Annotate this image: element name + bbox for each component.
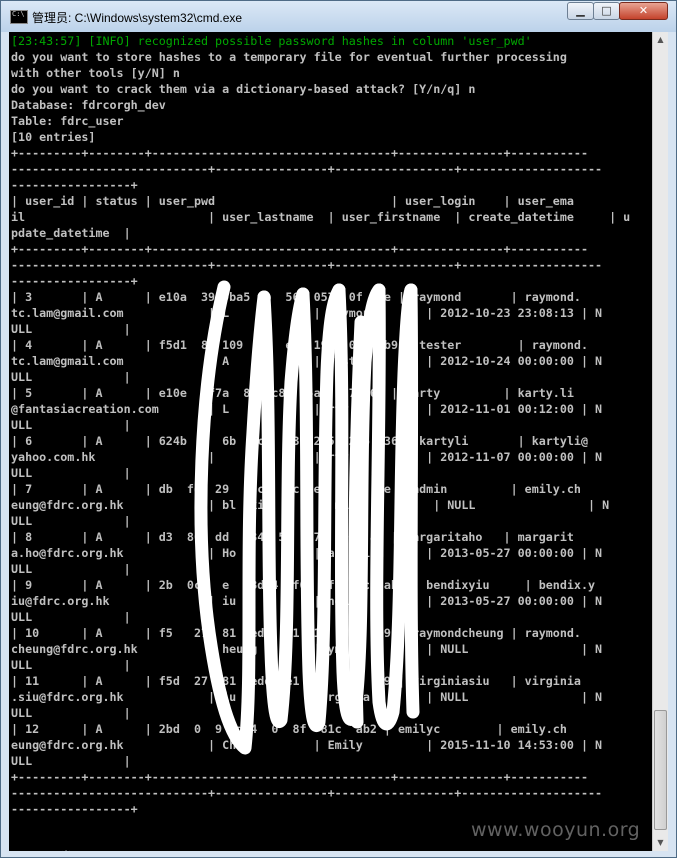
console-line: | 5 | A | e10e f7a 82 c8 95a bc7 6c | ka…	[11, 386, 574, 400]
console-line: ULL |	[11, 370, 131, 384]
console-line: | 9 | A | 2b 0ce e 18d14 f0 8f 81c ab2 |…	[11, 578, 596, 592]
console-line: | 11 | A | f5d 27 81 edd e1 19 048 b9 | …	[11, 674, 581, 688]
console-line: 半:	[11, 849, 630, 851]
console-line: ----------------------------+-----------…	[11, 786, 603, 800]
console-line: Database: fdrcorgh_dev	[11, 98, 166, 112]
console-line: do you want to store hashes to a tempora…	[11, 50, 567, 64]
console-line: ULL |	[11, 562, 131, 576]
title-bar[interactable]: 管理员: C:\Windows\system32\cmd.exe ▁ □ ✕	[1, 1, 676, 32]
console-line: | 6 | A | 624b e 6b 9c4 43 285 2e6 36 | …	[11, 434, 588, 448]
console-line: | 12 | A | 2bd 0 9 d14 0 8f 81c ab2 | em…	[11, 722, 567, 736]
console-line: ULL |	[11, 418, 131, 432]
console-line: .siu@fdrc.org.hk | iu | rginia | NULL | …	[11, 690, 603, 704]
console-line: ----------------------------+-----------…	[11, 258, 603, 272]
console-line: with other tools [y/N] n	[11, 66, 180, 80]
console-line: ULL |	[11, 322, 131, 336]
console-line: | 8 | A | d3 86 dd d34 53 67 80d a2 | ma…	[11, 530, 574, 544]
console-line: iu@fdrc.org.hk | iu | ndi | 2013-05-27 0…	[11, 594, 603, 608]
close-button[interactable]: ✕	[619, 2, 668, 20]
console-line: Table: fdrc_user	[11, 114, 124, 128]
console-line: -----------------+	[11, 802, 138, 816]
console-line: ULL |	[11, 658, 131, 672]
console-line: [23:43:57] [INFO] recognized possible pa…	[11, 34, 532, 48]
console-line: @fantasiacreation.com | L | rty | 2012-1…	[11, 402, 603, 416]
maximize-button[interactable]: □	[593, 2, 620, 20]
console-line: +---------+--------+--------------------…	[11, 146, 588, 160]
watermark: www.wooyun.org	[471, 819, 641, 841]
console-line: tc.lam@gmail.com | L | Raymon | 2012-10-…	[11, 306, 603, 320]
console-line: -----------------+	[11, 274, 138, 288]
cmd-app-icon[interactable]	[10, 10, 28, 24]
scrollbar-thumb[interactable]	[654, 710, 667, 830]
console-line: | 3 | A | e10a 3949ba5 b 56 057 0f 3e | …	[11, 290, 581, 304]
console-line: ULL |	[11, 466, 131, 480]
console-output[interactable]: [23:43:57] [INFO] recognized possible pa…	[9, 32, 652, 851]
console-line: a.ho@fdrc.org.hk | Ho | argarita | 2013-…	[11, 546, 603, 560]
console-line: tc.lam@gmail.com | A | Test | 2012-10-24…	[11, 354, 603, 368]
console-line: ULL |	[11, 610, 131, 624]
console-lines: [23:43:57] [INFO] recognized possible pa…	[11, 33, 630, 851]
vertical-scrollbar[interactable]: ▲ ▼	[652, 32, 668, 851]
scroll-up-icon[interactable]: ▲	[653, 32, 668, 48]
cmd-window: 管理员: C:\Windows\system32\cmd.exe ▁ □ ✕ […	[0, 0, 677, 858]
console-line: | user_id | status | user_pwd | user_log…	[11, 194, 574, 208]
console-line: | 10 | A | f5 27 81 edd e1 19 048 b9 | r…	[11, 626, 581, 640]
console-line: pdate_datetime |	[11, 226, 131, 240]
console-line: ULL |	[11, 706, 131, 720]
console-line: ----------------------------+-----------…	[11, 162, 603, 176]
scroll-down-icon[interactable]: ▼	[653, 835, 668, 851]
console-line: do you want to crack them via a dictiona…	[11, 82, 476, 96]
console-line: ULL |	[11, 754, 131, 768]
console-line: | 4 | A | f5d1 8 109 d9 e1 197 048 b9 | …	[11, 338, 588, 352]
console-line: +---------+--------+--------------------…	[11, 770, 588, 784]
console-line: [10 entries]	[11, 130, 96, 144]
console-line: il | user_lastname | user_firstname | cr…	[11, 210, 631, 224]
minimize-button[interactable]: ▁	[567, 2, 594, 20]
console-line: | 7 | A | db fd 29 fcc9 dc e8 229 ee | a…	[11, 482, 581, 496]
window-title: 管理员: C:\Windows\system32\cmd.exe	[32, 11, 243, 25]
console-line: -----------------+	[11, 178, 138, 192]
console-line: eung@fdrc.org.hk | bl ki | min | NULL | …	[11, 498, 610, 512]
console-line: cheung@fdrc.org.hk | heung | ymond | NUL…	[11, 642, 603, 656]
console-line: eung@fdrc.org.hk | Cheu | Emily | 2015-1…	[11, 738, 603, 752]
console-line: +---------+--------+--------------------…	[11, 242, 588, 256]
console-line: ULL |	[11, 514, 131, 528]
console-line: yahoo.com.hk | | rty | 2012-11-07 00:00:…	[11, 450, 603, 464]
